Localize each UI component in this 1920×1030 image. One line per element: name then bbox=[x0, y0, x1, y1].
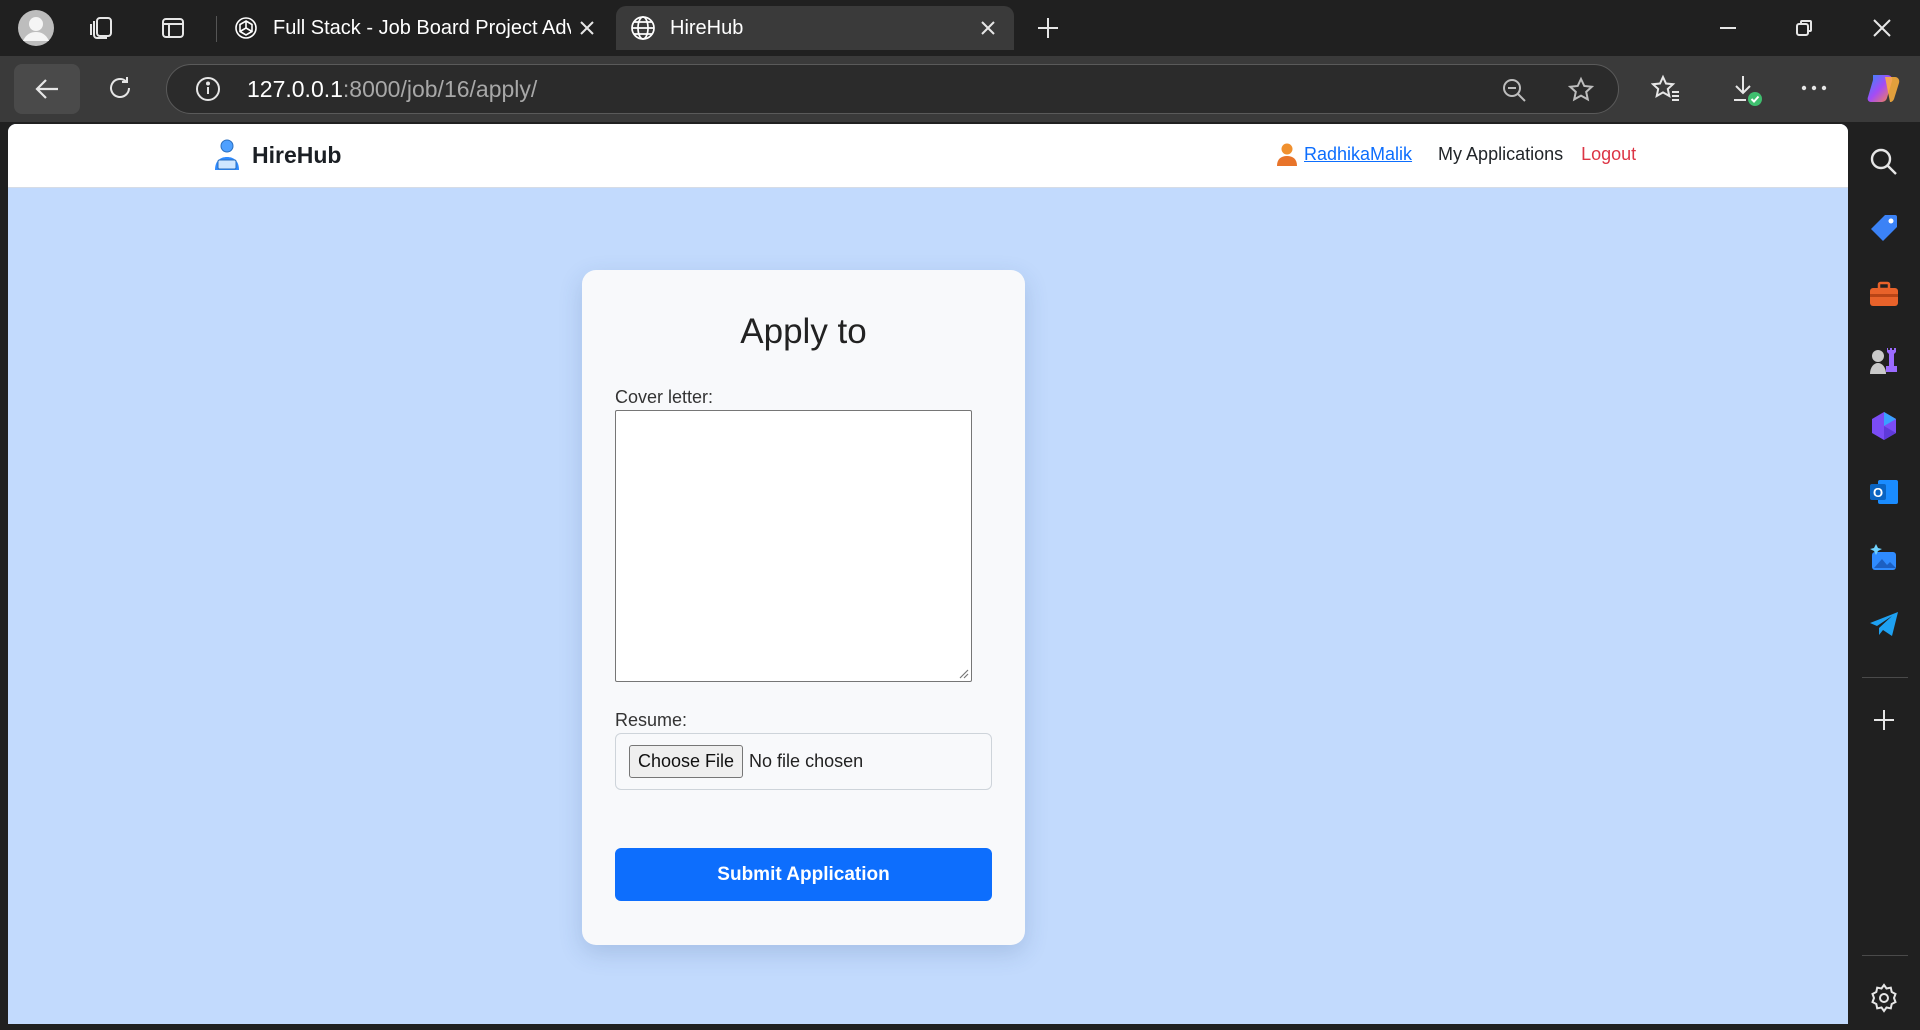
refresh-icon[interactable] bbox=[100, 68, 140, 108]
user-icon bbox=[1276, 142, 1298, 166]
file-status: No file chosen bbox=[749, 751, 864, 771]
tab-separator bbox=[216, 16, 217, 42]
page-title: Apply to bbox=[740, 312, 867, 351]
tab-job-board[interactable]: Full Stack - Job Board Project Adv bbox=[219, 6, 613, 50]
globe-icon bbox=[630, 15, 656, 41]
add-icon[interactable] bbox=[1866, 702, 1902, 738]
cover-letter-textarea[interactable] bbox=[615, 410, 972, 682]
username-link[interactable]: RadhikaMalik bbox=[1304, 144, 1412, 165]
chatgpt-icon bbox=[233, 15, 259, 41]
application-card: Apply to Cover letter: Resume: Choose Fi… bbox=[582, 270, 1025, 945]
telegram-icon[interactable] bbox=[1866, 606, 1902, 642]
resume-label: Resume: bbox=[615, 710, 688, 730]
search-icon[interactable] bbox=[1866, 144, 1902, 180]
browser-toolbar: 127.0.0.1:8000/job/16/apply/ bbox=[0, 56, 1920, 122]
page-viewport: HireHub RadhikaMalik My Applications Log… bbox=[8, 124, 1848, 1024]
brand-logo-icon bbox=[212, 138, 242, 172]
drop-icon[interactable] bbox=[1866, 540, 1902, 576]
submit-application-button[interactable]: Submit Application bbox=[615, 848, 992, 901]
brand-name: HireHub bbox=[252, 141, 342, 168]
downloads-icon[interactable] bbox=[1726, 70, 1766, 110]
choose-file-button[interactable]: Choose File bbox=[629, 745, 744, 778]
outlook-icon[interactable]: O bbox=[1866, 474, 1902, 510]
brand[interactable]: HireHub bbox=[212, 138, 341, 172]
minimize-icon[interactable] bbox=[1710, 10, 1746, 46]
close-tab-icon[interactable] bbox=[571, 12, 603, 44]
restore-icon[interactable] bbox=[1786, 10, 1822, 46]
copilot-app-icon[interactable] bbox=[1866, 408, 1902, 444]
svg-text:O: O bbox=[1873, 485, 1883, 500]
back-icon[interactable] bbox=[14, 64, 80, 114]
url-text[interactable]: 127.0.0.1:8000/job/16/apply/ bbox=[247, 76, 537, 103]
tab-actions-icon[interactable] bbox=[155, 10, 191, 46]
resume-file-input[interactable]: Choose File No file chosen bbox=[615, 733, 992, 790]
site-info-icon[interactable] bbox=[195, 76, 221, 102]
profile-avatar-icon[interactable] bbox=[16, 8, 56, 48]
favorites-icon[interactable] bbox=[1648, 70, 1684, 106]
sidebar-divider bbox=[1862, 955, 1908, 956]
edge-sidebar: O bbox=[1848, 122, 1920, 1030]
address-bar[interactable]: 127.0.0.1:8000/job/16/apply/ bbox=[166, 64, 1619, 114]
site-navbar: HireHub RadhikaMalik My Applications Log… bbox=[8, 124, 1848, 188]
more-options-icon[interactable] bbox=[1796, 70, 1832, 106]
resize-grip-icon[interactable] bbox=[957, 667, 969, 679]
workspaces-icon[interactable] bbox=[84, 10, 120, 46]
toolbox-icon[interactable] bbox=[1866, 276, 1902, 312]
close-tab-icon[interactable] bbox=[972, 12, 1004, 44]
copilot-icon[interactable] bbox=[1864, 68, 1904, 108]
shopping-tag-icon[interactable] bbox=[1866, 210, 1902, 246]
my-applications-link[interactable]: My Applications bbox=[1438, 144, 1563, 165]
sidebar-divider bbox=[1862, 677, 1908, 678]
tab-hirehub[interactable]: HireHub bbox=[616, 6, 1014, 50]
tab-title: HireHub bbox=[670, 16, 744, 39]
new-tab-icon[interactable] bbox=[1030, 10, 1066, 46]
games-icon[interactable] bbox=[1866, 342, 1902, 378]
zoom-out-icon[interactable] bbox=[1501, 77, 1527, 103]
favorite-star-icon[interactable] bbox=[1567, 76, 1595, 104]
nav-links: RadhikaMalik My Applications Logout bbox=[1276, 142, 1636, 166]
tab-title: Full Stack - Job Board Project Adv bbox=[273, 16, 571, 39]
logout-link[interactable]: Logout bbox=[1581, 144, 1636, 165]
cover-letter-label: Cover letter: bbox=[615, 387, 714, 407]
close-window-icon[interactable] bbox=[1864, 10, 1900, 46]
tab-bar: Full Stack - Job Board Project Adv HireH… bbox=[0, 0, 1920, 56]
settings-icon[interactable] bbox=[1866, 980, 1902, 1016]
